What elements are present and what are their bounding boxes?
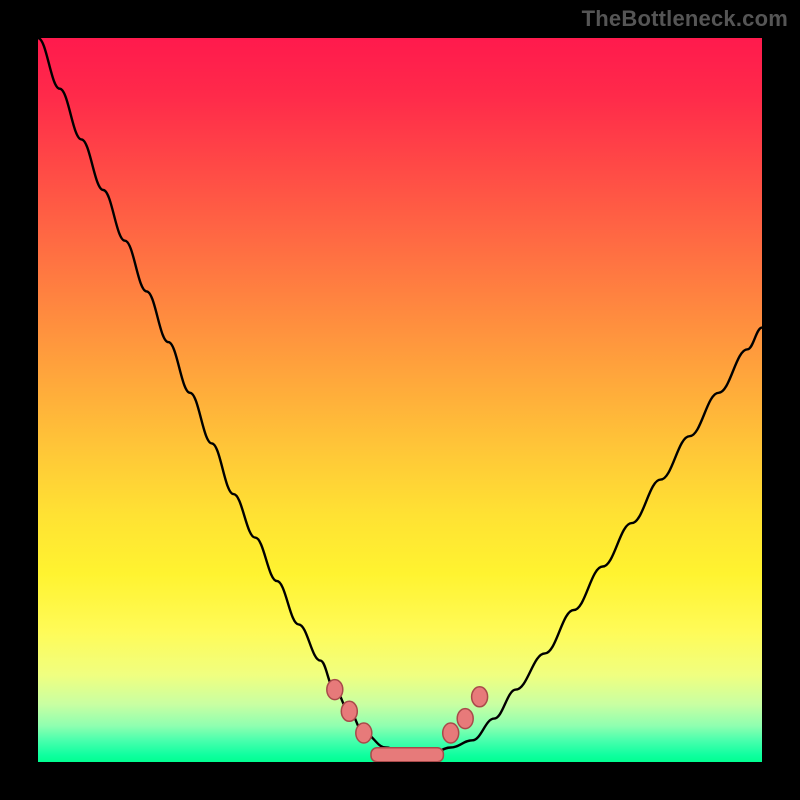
curve-marker bbox=[327, 680, 343, 700]
curve-marker bbox=[443, 723, 459, 743]
bottleneck-curve bbox=[38, 38, 762, 755]
bottleneck-curve-svg bbox=[38, 38, 762, 762]
curve-marker bbox=[341, 701, 357, 721]
attribution-text: TheBottleneck.com bbox=[582, 6, 788, 32]
basin-bar bbox=[371, 748, 443, 762]
outer-frame: TheBottleneck.com bbox=[0, 0, 800, 800]
curve-marker bbox=[457, 709, 473, 729]
marker-group bbox=[327, 680, 488, 743]
curve-marker bbox=[472, 687, 488, 707]
curve-marker bbox=[356, 723, 372, 743]
plot-area bbox=[38, 38, 762, 762]
